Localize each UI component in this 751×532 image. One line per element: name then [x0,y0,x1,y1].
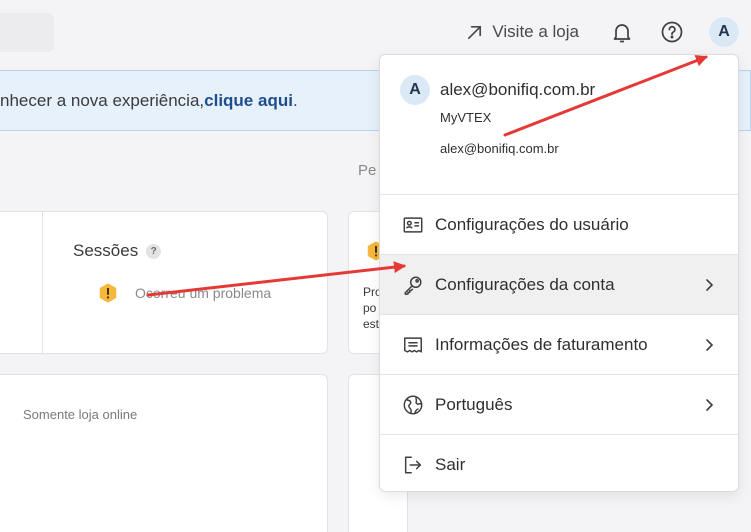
chevron-right-icon [706,398,714,411]
bell-icon [613,24,631,43]
sales-card: Somente loja online [0,374,328,532]
error-text: Ocorreu um problema [135,285,272,301]
menu-item-label: Configurações da conta [435,274,615,294]
menu-item-label: Informações de faturamento [435,334,648,354]
menu-item-logout[interactable]: Sair [380,435,738,491]
chevron-right-icon [706,338,714,351]
banner-text-suffix: . [292,90,298,110]
arrow-up-right-icon [468,25,482,39]
sessions-label: Sessões [73,241,139,260]
notifications-button[interactable] [609,19,635,45]
online-only-label: Somente loja online [23,407,138,422]
menu-item-user-settings[interactable]: Configurações do usuário [380,195,738,255]
help-circle-icon [661,21,683,43]
menu-item-label: Português [435,394,513,414]
banner-link[interactable]: clique aqui [204,91,293,111]
menu-item-label: Configurações do usuário [435,214,629,234]
invoice-icon [401,333,425,357]
help-tooltip-icon[interactable]: ? [146,243,162,259]
account-name: MyVTEX [440,110,492,125]
topbar-actions: Visite a loja A [465,14,751,50]
menu-item-billing[interactable]: Informações de faturamento [380,315,738,375]
visit-store-link[interactable]: Visite a loja [465,22,579,42]
card-divider [42,212,43,353]
menu-item-language[interactable]: Português [380,375,738,435]
user-card-icon [401,213,425,237]
avatar: A [400,75,430,105]
key-icon [401,273,425,297]
chevron-right-icon [706,278,714,291]
section-label-partial: Pe [358,162,377,179]
menu-item-label: Sair [435,455,466,474]
warning-icon [99,283,117,303]
help-button[interactable] [659,19,685,45]
banner-text: nhecer a nova experiência, [0,90,205,110]
login-email: alex@bonifiq.com.br [440,141,559,156]
error-message: Ocorreu um problema [97,282,271,304]
sessions-title: Sessões ? [73,241,162,261]
logout-icon [401,453,425,477]
account-header: A alex@bonifiq.com.br MyVTEX alex@bonifi… [380,55,738,195]
visit-store-label: Visite a loja [492,22,579,41]
account-email: alex@bonifiq.com.br [440,80,596,99]
account-menu: A alex@bonifiq.com.br MyVTEX alex@bonifi… [379,54,739,492]
user-avatar-button[interactable]: A [709,17,739,47]
menu-item-account-settings[interactable]: Configurações da conta [380,255,738,315]
metrics-card: Sessões ? Ocorreu um problema [0,211,328,354]
globe-icon [401,393,425,417]
search-field-stub[interactable] [0,13,54,52]
